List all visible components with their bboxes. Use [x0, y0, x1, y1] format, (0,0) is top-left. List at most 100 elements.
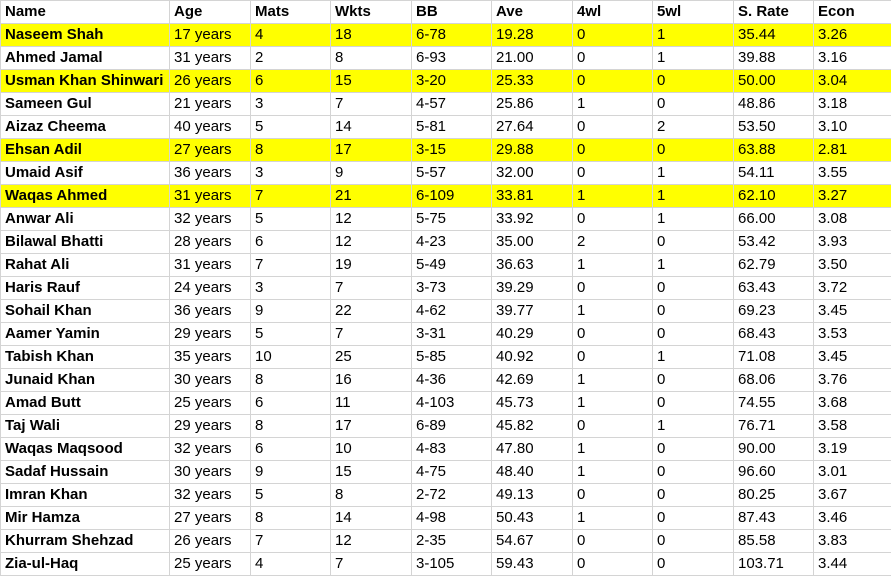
- cell-bb[interactable]: 6-109: [411, 184, 492, 208]
- cell-4wl[interactable]: 0: [572, 69, 653, 93]
- cell-5wl[interactable]: 0: [652, 437, 734, 461]
- cell-5wl[interactable]: 0: [652, 299, 734, 323]
- cell-5wl[interactable]: 1: [652, 46, 734, 70]
- cell-ave[interactable]: 40.29: [491, 322, 573, 346]
- cell-5wl[interactable]: 0: [652, 460, 734, 484]
- cell-age[interactable]: 31 years: [169, 253, 251, 277]
- cell-mats[interactable]: 7: [250, 184, 331, 208]
- cell-4wl[interactable]: 0: [572, 322, 653, 346]
- cell-wkts[interactable]: 19: [330, 253, 412, 277]
- cell-age[interactable]: 28 years: [169, 230, 251, 254]
- cell-4wl[interactable]: 0: [572, 345, 653, 369]
- column-header-strike-rate[interactable]: S. Rate: [733, 0, 814, 24]
- cell-bb[interactable]: 6-78: [411, 23, 492, 47]
- cell-econ[interactable]: 3.72: [813, 276, 891, 300]
- cell-strike-rate[interactable]: 69.23: [733, 299, 814, 323]
- cell-bb[interactable]: 4-83: [411, 437, 492, 461]
- cell-mats[interactable]: 4: [250, 552, 331, 576]
- cell-mats[interactable]: 6: [250, 437, 331, 461]
- cell-ave[interactable]: 40.92: [491, 345, 573, 369]
- cell-5wl[interactable]: 0: [652, 322, 734, 346]
- cell-5wl[interactable]: 2: [652, 115, 734, 139]
- cell-name[interactable]: Sameen Gul: [0, 92, 170, 116]
- cell-strike-rate[interactable]: 53.42: [733, 230, 814, 254]
- cell-strike-rate[interactable]: 80.25: [733, 483, 814, 507]
- cell-econ[interactable]: 3.16: [813, 46, 891, 70]
- cell-age[interactable]: 32 years: [169, 207, 251, 231]
- cell-mats[interactable]: 7: [250, 529, 331, 553]
- cell-age[interactable]: 36 years: [169, 299, 251, 323]
- cell-wkts[interactable]: 15: [330, 69, 412, 93]
- cell-4wl[interactable]: 0: [572, 276, 653, 300]
- cell-4wl[interactable]: 0: [572, 414, 653, 438]
- cell-bb[interactable]: 3-15: [411, 138, 492, 162]
- cell-4wl[interactable]: 1: [572, 253, 653, 277]
- cell-age[interactable]: 40 years: [169, 115, 251, 139]
- cell-age[interactable]: 30 years: [169, 460, 251, 484]
- cell-4wl[interactable]: 1: [572, 368, 653, 392]
- cell-4wl[interactable]: 0: [572, 483, 653, 507]
- cell-wkts[interactable]: 15: [330, 460, 412, 484]
- cell-ave[interactable]: 47.80: [491, 437, 573, 461]
- cell-age[interactable]: 30 years: [169, 368, 251, 392]
- cell-5wl[interactable]: 0: [652, 230, 734, 254]
- cell-age[interactable]: 29 years: [169, 414, 251, 438]
- cell-name[interactable]: Rahat Ali: [0, 253, 170, 277]
- cell-4wl[interactable]: 0: [572, 46, 653, 70]
- column-header-mats[interactable]: Mats: [250, 0, 331, 24]
- cell-bb[interactable]: 3-73: [411, 276, 492, 300]
- cell-wkts[interactable]: 7: [330, 322, 412, 346]
- cell-wkts[interactable]: 7: [330, 276, 412, 300]
- cell-bb[interactable]: 3-20: [411, 69, 492, 93]
- cell-ave[interactable]: 29.88: [491, 138, 573, 162]
- cell-mats[interactable]: 9: [250, 460, 331, 484]
- cell-econ[interactable]: 3.04: [813, 69, 891, 93]
- cell-age[interactable]: 32 years: [169, 483, 251, 507]
- cell-mats[interactable]: 5: [250, 322, 331, 346]
- cell-ave[interactable]: 48.40: [491, 460, 573, 484]
- cell-name[interactable]: Bilawal Bhatti: [0, 230, 170, 254]
- cell-4wl[interactable]: 1: [572, 299, 653, 323]
- cell-4wl[interactable]: 0: [572, 161, 653, 185]
- cell-econ[interactable]: 3.19: [813, 437, 891, 461]
- cell-ave[interactable]: 27.64: [491, 115, 573, 139]
- column-header-5wl[interactable]: 5wl: [652, 0, 734, 24]
- cell-age[interactable]: 21 years: [169, 92, 251, 116]
- cell-5wl[interactable]: 1: [652, 414, 734, 438]
- column-header-econ[interactable]: Econ: [813, 0, 891, 24]
- cell-bb[interactable]: 4-36: [411, 368, 492, 392]
- cell-wkts[interactable]: 8: [330, 46, 412, 70]
- cell-age[interactable]: 36 years: [169, 161, 251, 185]
- cell-name[interactable]: Waqas Maqsood: [0, 437, 170, 461]
- cell-5wl[interactable]: 0: [652, 69, 734, 93]
- cell-wkts[interactable]: 25: [330, 345, 412, 369]
- cell-wkts[interactable]: 12: [330, 529, 412, 553]
- cell-mats[interactable]: 5: [250, 207, 331, 231]
- cell-mats[interactable]: 7: [250, 253, 331, 277]
- cell-5wl[interactable]: 0: [652, 483, 734, 507]
- cell-econ[interactable]: 3.83: [813, 529, 891, 553]
- cell-age[interactable]: 26 years: [169, 529, 251, 553]
- cell-econ[interactable]: 3.27: [813, 184, 891, 208]
- cell-name[interactable]: Aamer Yamin: [0, 322, 170, 346]
- cell-4wl[interactable]: 0: [572, 23, 653, 47]
- cell-ave[interactable]: 25.86: [491, 92, 573, 116]
- cell-mats[interactable]: 8: [250, 368, 331, 392]
- cell-bb[interactable]: 5-49: [411, 253, 492, 277]
- cell-name[interactable]: Tabish Khan: [0, 345, 170, 369]
- cell-5wl[interactable]: 1: [652, 184, 734, 208]
- cell-econ[interactable]: 3.01: [813, 460, 891, 484]
- cell-5wl[interactable]: 1: [652, 161, 734, 185]
- cell-wkts[interactable]: 18: [330, 23, 412, 47]
- cell-wkts[interactable]: 21: [330, 184, 412, 208]
- cell-bb[interactable]: 4-62: [411, 299, 492, 323]
- cell-age[interactable]: 32 years: [169, 437, 251, 461]
- cell-strike-rate[interactable]: 39.88: [733, 46, 814, 70]
- cell-strike-rate[interactable]: 50.00: [733, 69, 814, 93]
- cell-4wl[interactable]: 1: [572, 92, 653, 116]
- cell-age[interactable]: 25 years: [169, 391, 251, 415]
- cell-name[interactable]: Haris Rauf: [0, 276, 170, 300]
- cell-name[interactable]: Usman Khan Shinwari: [0, 69, 170, 93]
- cell-wkts[interactable]: 12: [330, 230, 412, 254]
- cell-ave[interactable]: 35.00: [491, 230, 573, 254]
